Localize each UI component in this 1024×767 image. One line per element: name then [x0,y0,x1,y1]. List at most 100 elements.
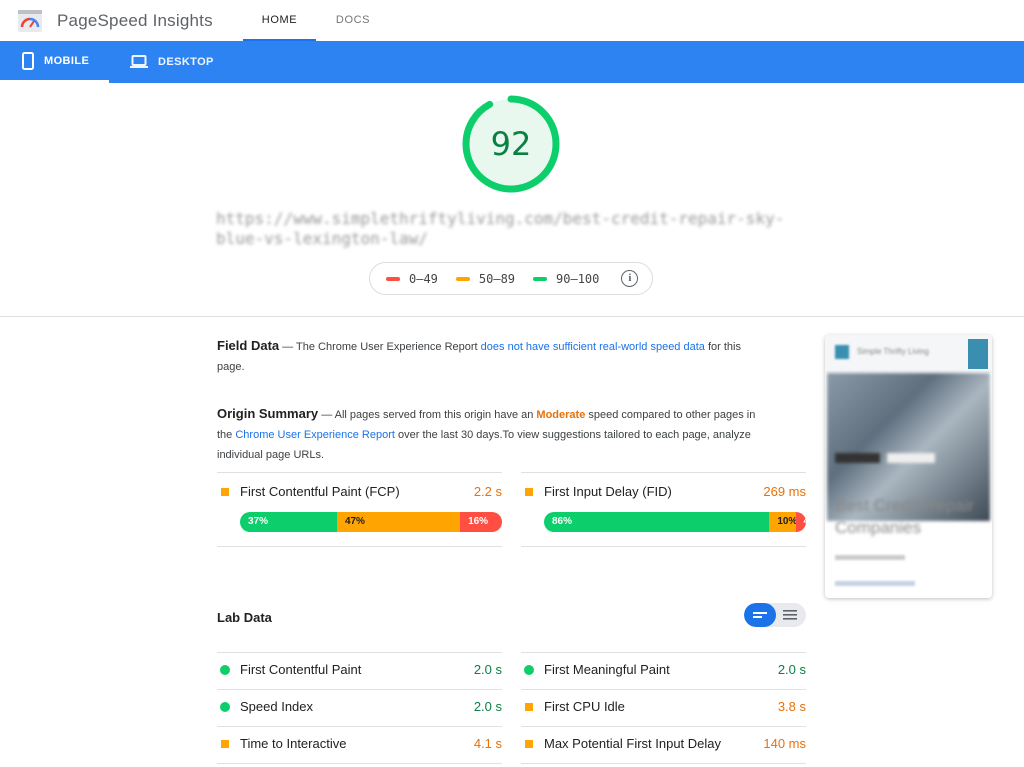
lab-metric-value: 2.0 s [473,662,502,677]
lab-metrics-left: First Contentful Paint 2.0 s Speed Index… [217,652,502,766]
field-fid-label: First Input Delay (FID) [544,484,672,499]
fid-slow-segment: 4% [795,512,806,532]
score-legend: 0–49 50–89 90–100 i [369,262,653,295]
origin-summary-section: Origin Summary — All pages served from t… [217,404,757,465]
lab-metric-label: Speed Index [240,699,314,714]
lab-view-toggle[interactable] [744,603,806,627]
hero-light-block [887,453,935,463]
lab-metric-label: Max Potential First Input Delay [544,736,722,751]
thumbnail-meta-line [835,555,905,560]
row-divider [521,652,806,653]
field-fcp-row: First Contentful Paint (FCP) 2.2 s [217,483,502,503]
field-data-link[interactable]: does not have sufficient real-world spee… [481,341,705,353]
legend-item-average: 50–89 [455,271,516,286]
toggle-summary-view[interactable] [744,603,776,627]
tab-desktop-label: DESKTOP [158,56,214,68]
field-fid-row: First Input Delay (FID) 269 ms [521,483,806,503]
summary-list-icon [753,612,767,618]
tab-docs[interactable]: DOCS [316,0,390,41]
app-title: PageSpeed Insights [57,11,213,30]
moderate-label: Moderate [536,409,586,421]
tab-home[interactable]: HOME [243,0,316,41]
row-divider [521,763,806,764]
site-logo-icon [835,345,849,359]
legend-good-label: 90–100 [556,271,600,286]
row-divider [217,763,502,764]
fcp-fast-segment: 37% [240,512,337,532]
field-data-section: Field Data — The Chrome User Experience … [217,336,757,377]
lab-metric-value: 2.0 s [473,699,502,714]
detailed-list-icon[interactable] [776,603,806,627]
smartphone-icon [22,51,34,70]
field-metric-fcp: First Contentful Paint (FCP) 2.2 s 37% 4… [217,472,502,547]
origin-summary-text: — All pages served from this origin have… [318,409,537,421]
average-square-icon [525,703,533,711]
thumbnail-headline: Best Credit Repair Companies [835,496,974,537]
row-divider [521,546,806,547]
row-divider [217,652,502,653]
legend-poor-label: 0–49 [409,271,438,286]
lab-metric-value: 140 ms [763,736,806,751]
crux-link[interactable]: Chrome User Experience Report [235,429,395,441]
performance-score-gauge: 92 [460,93,562,195]
lab-metric-label: First Meaningful Paint [544,662,670,677]
info-icon[interactable]: i [621,270,639,287]
row-divider [521,726,806,727]
row-divider [217,546,502,547]
thumbnail-meta-line [835,581,915,586]
lab-metric-label: First CPU Idle [544,699,625,714]
lab-metric-row: First Contentful Paint 2.0 s [217,661,502,681]
fcp-average-segment: 47% [336,512,461,532]
lab-metric-label: Time to Interactive [240,736,347,751]
tab-mobile-label: MOBILE [44,54,90,67]
hero-dark-block [835,453,880,463]
thumbnail-site-name: Simple Thrifty Living [857,347,929,356]
laptop-icon [130,55,148,68]
page-screenshot-thumbnail: Simple Thrifty Living Best Credit Repair… [825,335,992,598]
row-divider [521,472,806,473]
legend-item-good: 90–100 [533,272,599,286]
lab-metrics-right: First Meaningful Paint 2.0 s First CPU I… [521,652,806,766]
good-circle-icon [220,702,230,712]
average-square-icon [525,488,533,496]
thumbnail-header: Simple Thrifty Living [825,335,992,373]
menu-icon [968,339,988,369]
fid-fast-segment: 86% [544,512,770,532]
tab-mobile[interactable]: MOBILE [0,41,109,83]
average-square-icon [221,488,229,496]
fcp-distribution-bar: 37% 47% 16% [240,512,502,532]
good-circle-icon [220,665,230,675]
lab-metric-row: Max Potential First Input Delay 140 ms [521,735,806,755]
legend-item-poor: 0–49 [386,272,438,286]
good-circle-icon [524,665,534,675]
lab-metric-value: 3.8 s [777,699,806,714]
lab-metric-label: First Contentful Paint [240,662,362,677]
tab-desktop[interactable]: DESKTOP [130,41,230,83]
field-data-heading: Field Data [217,338,280,353]
lab-metric-value: 2.0 s [777,662,806,677]
lab-metric-row: First Meaningful Paint 2.0 s [521,661,806,681]
legend-poor-swatch [386,276,400,281]
lab-metric-row: First CPU Idle 3.8 s [521,698,806,718]
field-fid-value: 269 ms [763,484,806,499]
field-fcp-value: 2.2 s [473,484,502,499]
pagespeed-logo-icon [18,10,42,32]
legend-good-swatch [533,276,548,281]
analyzed-url: https://www.simplethriftyliving.com/best… [216,209,785,248]
lab-metric-row: Time to Interactive 4.1 s [217,735,502,755]
average-square-icon [221,740,229,748]
section-divider [0,316,1024,317]
lab-data-heading: Lab Data [217,610,272,625]
fid-distribution-bar: 86% 10% 4% [544,512,806,532]
top-header: PageSpeed Insights HOME DOCS [0,0,1024,41]
score-value: 92 [490,125,532,163]
legend-average-label: 50–89 [478,271,516,286]
device-tabs-bar: MOBILE DESKTOP [0,41,1024,83]
row-divider [217,689,502,690]
field-metric-fid: First Input Delay (FID) 269 ms 86% 10% 4… [521,472,806,547]
row-divider [217,472,502,473]
legend-average-swatch [455,276,470,281]
fid-average-segment: 10% [769,512,797,532]
average-square-icon [525,740,533,748]
row-divider [217,726,502,727]
